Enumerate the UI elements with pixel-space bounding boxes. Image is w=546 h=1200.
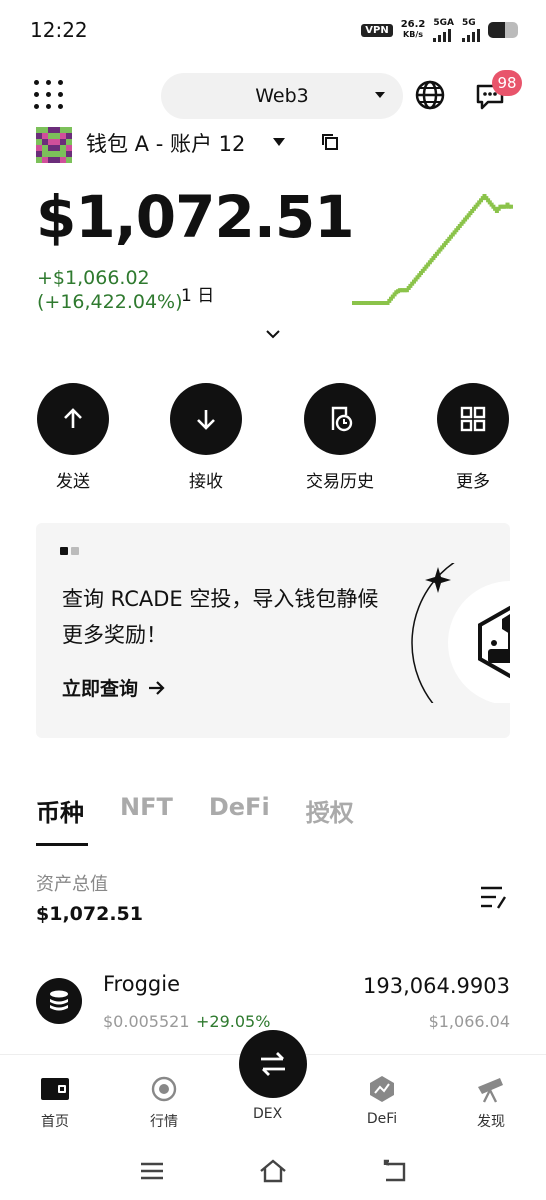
token-row[interactable]: Froggie $0.005521 +29.05% 193,064.9903 $… bbox=[36, 968, 510, 1038]
arrow-up-icon bbox=[37, 383, 109, 455]
sort-filter-icon[interactable] bbox=[478, 884, 508, 910]
telescope-icon bbox=[478, 1078, 503, 1103]
nav-defi-label: DeFi bbox=[366, 1111, 398, 1127]
history-button[interactable]: 交易历史 bbox=[302, 383, 378, 492]
history-label: 交易历史 bbox=[306, 472, 374, 492]
send-button[interactable]: 发送 bbox=[35, 383, 111, 492]
carousel-indicator bbox=[60, 547, 79, 555]
more-button[interactable]: 更多 bbox=[435, 383, 511, 492]
arrow-right-icon bbox=[149, 680, 165, 695]
nav-discover[interactable]: 发现 bbox=[451, 1075, 531, 1131]
token-name: Froggie bbox=[103, 972, 180, 996]
speed-value: 26.2 bbox=[400, 19, 426, 30]
network-selector-label: Web3 bbox=[255, 85, 309, 107]
promo-banner[interactable]: 查询 RCADE 空投，导入钱包静候更多奖励！ 立即查询 bbox=[36, 523, 510, 738]
change-amount: +$1,066.02 bbox=[37, 267, 150, 289]
signal-icon bbox=[462, 28, 480, 42]
net1-label: 5GA bbox=[433, 18, 454, 28]
query-now-link[interactable]: 立即查询 bbox=[62, 674, 166, 701]
tab-tokens[interactable]: 币种 bbox=[36, 793, 88, 846]
sparkline-point bbox=[509, 204, 513, 209]
system-navigation bbox=[0, 1146, 546, 1200]
back-icon[interactable] bbox=[380, 1156, 410, 1186]
battery-icon bbox=[488, 22, 518, 38]
query-now-label: 立即查询 bbox=[62, 678, 139, 700]
network-type-2: 5G bbox=[462, 18, 480, 42]
swap-icon bbox=[261, 1052, 285, 1076]
tab-defi[interactable]: DeFi bbox=[209, 793, 270, 828]
tab-approvals[interactable]: 授权 bbox=[306, 793, 354, 828]
asset-total-value: $1,072.51 bbox=[36, 903, 143, 925]
nav-home[interactable]: 首页 bbox=[15, 1075, 95, 1131]
nav-market[interactable]: 行情 bbox=[124, 1075, 204, 1131]
history-icon bbox=[304, 383, 376, 455]
chevron-down-icon[interactable] bbox=[265, 326, 281, 342]
wallet-name[interactable]: 钱包 A - 账户 12 bbox=[86, 128, 245, 158]
total-balance: $1,072.51 bbox=[36, 183, 355, 251]
coin-stack-icon bbox=[36, 978, 82, 1024]
wallet-icon bbox=[41, 1078, 69, 1100]
more-label: 更多 bbox=[456, 472, 490, 492]
nav-defi[interactable]: DeFi bbox=[342, 1075, 422, 1127]
arrow-down-icon bbox=[170, 383, 242, 455]
globe-icon[interactable] bbox=[414, 79, 446, 111]
token-price: $0.005521 bbox=[103, 1012, 190, 1031]
menu-icon[interactable] bbox=[137, 1156, 167, 1186]
wallet-avatar[interactable] bbox=[36, 127, 72, 163]
nav-dex-label: DEX bbox=[253, 1106, 283, 1122]
nav-home-label: 首页 bbox=[41, 1114, 69, 1130]
receive-label: 接收 bbox=[189, 472, 223, 492]
speed-unit: KB/s bbox=[403, 30, 424, 39]
market-icon bbox=[151, 1076, 177, 1102]
net2-label: 5G bbox=[462, 18, 476, 28]
balance-sparkline[interactable] bbox=[350, 192, 515, 307]
tab-nft[interactable]: NFT bbox=[120, 793, 173, 828]
caret-down-icon[interactable] bbox=[273, 138, 285, 146]
period-label: 1 日 bbox=[181, 286, 215, 306]
asset-total-label: 资产总值 bbox=[36, 874, 108, 895]
dex-button[interactable] bbox=[239, 1030, 307, 1098]
network-type-1: 5GA bbox=[433, 18, 454, 42]
status-time: 12:22 bbox=[30, 18, 88, 42]
vpn-badge: VPN bbox=[361, 23, 393, 37]
asset-tabs: 币种 NFT DeFi 授权 bbox=[36, 793, 354, 846]
send-label: 发送 bbox=[56, 472, 90, 492]
apps-menu-icon[interactable] bbox=[34, 80, 64, 110]
home-icon[interactable] bbox=[258, 1156, 288, 1186]
balance-change: +$1,066.02 (+16,422.04%) bbox=[37, 266, 183, 314]
joystick-illustration bbox=[411, 563, 510, 703]
receive-button[interactable]: 接收 bbox=[168, 383, 244, 492]
caret-down-icon bbox=[375, 92, 385, 98]
nav-market-label: 行情 bbox=[150, 1114, 178, 1130]
banner-text: 查询 RCADE 空投，导入钱包静候更多奖励！ bbox=[62, 587, 379, 647]
status-indicators: VPN 26.2 KB/s 5GA 5G bbox=[361, 18, 518, 42]
network-selector[interactable]: Web3 bbox=[161, 73, 403, 119]
change-percent: (+16,422.04%) bbox=[37, 291, 183, 313]
signal-icon bbox=[433, 28, 454, 42]
token-amount: 193,064.9903 bbox=[363, 974, 510, 998]
defi-icon bbox=[370, 1076, 394, 1102]
notification-badge: 98 bbox=[492, 70, 522, 96]
network-speed: 26.2 KB/s bbox=[401, 20, 426, 40]
token-value: $1,066.04 bbox=[428, 1012, 510, 1031]
nav-discover-label: 发现 bbox=[477, 1114, 505, 1130]
grid-icon bbox=[437, 383, 509, 455]
copy-icon[interactable] bbox=[320, 132, 340, 152]
token-change: +29.05% bbox=[196, 1012, 271, 1031]
